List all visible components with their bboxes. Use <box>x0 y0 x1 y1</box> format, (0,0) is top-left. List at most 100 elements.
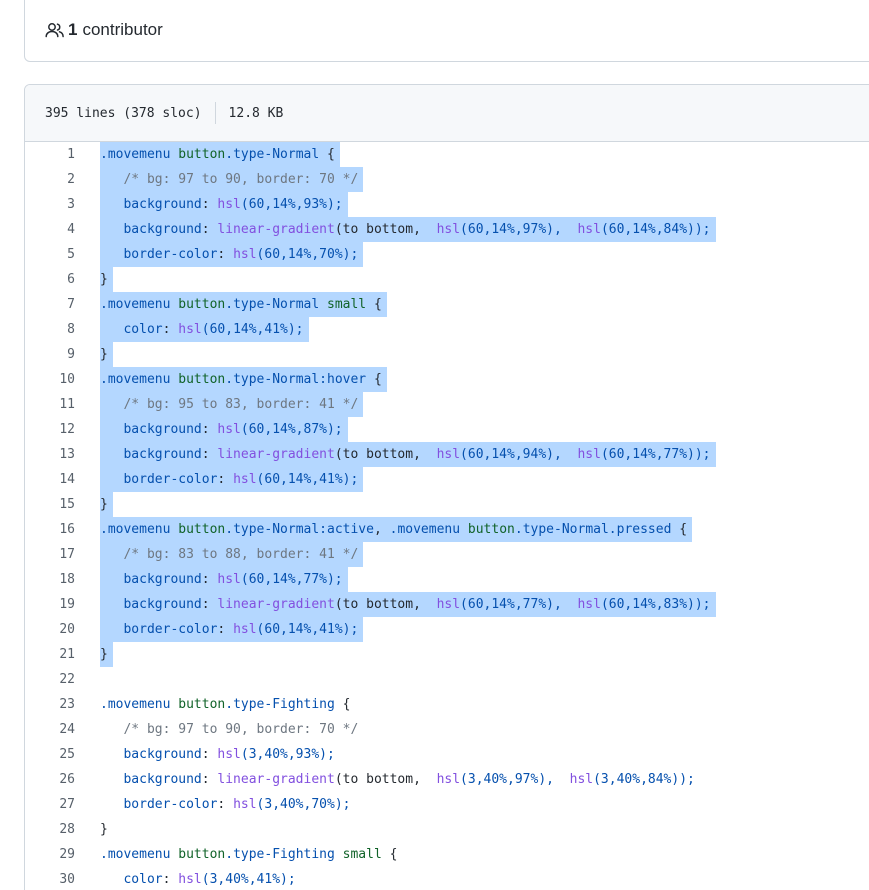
code-token: (60,14%,84%)); <box>600 222 711 237</box>
code-token: { <box>671 522 688 537</box>
code-line[interactable]: 8 color: hsl(60,14%,41%); <box>25 317 869 342</box>
line-number[interactable]: 14 <box>25 472 75 487</box>
code-line[interactable]: 17 /* bg: 83 to 88, border: 41 */ <box>25 542 869 567</box>
code-text: } <box>100 642 113 667</box>
code-token: (60,14%,94%), <box>460 447 578 462</box>
code-token: hsl <box>577 222 601 237</box>
line-number[interactable]: 18 <box>25 572 75 587</box>
line-number[interactable]: 19 <box>25 597 75 612</box>
line-number[interactable]: 8 <box>25 322 75 337</box>
line-number[interactable]: 4 <box>25 222 75 237</box>
line-number[interactable]: 10 <box>25 372 75 387</box>
line-number[interactable]: 20 <box>25 622 75 637</box>
line-number[interactable]: 16 <box>25 522 75 537</box>
code-line[interactable]: 20 border-color: hsl(60,14%,41%); <box>25 617 869 642</box>
line-number[interactable]: 21 <box>25 647 75 662</box>
line-number[interactable]: 26 <box>25 772 75 787</box>
line-number[interactable]: 11 <box>25 397 75 412</box>
code-line[interactable]: 6} <box>25 267 869 292</box>
line-number[interactable]: 17 <box>25 547 75 562</box>
code-line[interactable]: 25 background: hsl(3,40%,93%); <box>25 742 869 767</box>
contributors-link[interactable]: 1 contributor <box>45 20 163 40</box>
code-token: hsl <box>217 197 241 212</box>
header-divider <box>214 102 216 124</box>
code-line[interactable]: 13 background: linear-gradient(to bottom… <box>25 442 869 467</box>
code-token: (3,40%,41%); <box>201 872 296 887</box>
line-number[interactable]: 9 <box>25 347 75 362</box>
code-line[interactable]: 19 background: linear-gradient(to bottom… <box>25 592 869 617</box>
code-line[interactable]: 21} <box>25 642 869 667</box>
code-line[interactable]: 15} <box>25 492 869 517</box>
code-line[interactable]: 4 background: linear-gradient(to bottom,… <box>25 217 869 242</box>
code-token: hsl <box>436 772 461 787</box>
line-number[interactable]: 29 <box>25 847 75 862</box>
code-line[interactable]: 24 /* bg: 97 to 90, border: 70 */ <box>25 717 869 742</box>
code-token: border-color <box>100 472 218 487</box>
code-text: .movemenu button.type-Fighting { <box>100 692 355 717</box>
code-token: background <box>100 422 202 437</box>
code-line[interactable]: 1 .movemenu button.type-Normal { <box>25 142 869 167</box>
code-line[interactable]: 5 border-color: hsl(60,14%,70%); <box>25 242 869 267</box>
code-line[interactable]: 16 .movemenu button.type-Normal:active, .… <box>25 517 869 542</box>
code-listing[interactable]: 1 .movemenu button.type-Normal {2 /* bg: … <box>25 142 869 890</box>
code-line[interactable]: 3 background: hsl(60,14%,93%); <box>25 192 869 217</box>
line-number[interactable]: 24 <box>25 722 75 737</box>
code-token: button <box>178 697 226 712</box>
line-number[interactable]: 1 <box>25 147 75 162</box>
code-token: : <box>201 447 218 462</box>
code-token: (60,14%,77%)); <box>600 447 711 462</box>
file-size: 12.8 KB <box>228 105 284 121</box>
code-token: (60,14%,97%), <box>460 222 578 237</box>
line-number[interactable]: 23 <box>25 697 75 712</box>
code-token: .movemenu <box>389 522 468 537</box>
code-text: } <box>100 267 113 292</box>
code-text: color: hsl(60,14%,41%); <box>100 317 309 342</box>
code-token: hsl <box>217 572 241 587</box>
code-token: : <box>201 747 218 762</box>
line-number[interactable]: 15 <box>25 497 75 512</box>
code-token: .movemenu <box>100 372 179 387</box>
code-line[interactable]: 29 .movemenu button.type-Fighting small { <box>25 842 869 867</box>
code-token: .type-Normal <box>225 147 320 162</box>
line-number[interactable]: 3 <box>25 197 75 212</box>
code-line[interactable]: 27 border-color: hsl(3,40%,70%); <box>25 792 869 817</box>
line-number[interactable]: 2 <box>25 172 75 187</box>
code-token: background <box>100 572 202 587</box>
code-token: /* bg: 83 to 88, border: 41 */ <box>100 547 359 562</box>
code-text: background: linear-gradient(to bottom, h… <box>100 592 716 617</box>
line-number[interactable]: 27 <box>25 797 75 812</box>
code-line[interactable]: 23 .movemenu button.type-Fighting { <box>25 692 869 717</box>
code-text: background: hsl(60,14%,93%); <box>100 192 348 217</box>
code-line[interactable]: 9} <box>25 342 869 367</box>
code-line[interactable]: 22 <box>25 667 869 692</box>
code-line[interactable]: 30 color: hsl(3,40%,41%); <box>25 867 869 890</box>
code-line[interactable]: 14 border-color: hsl(60,14%,41%); <box>25 467 869 492</box>
line-number[interactable]: 5 <box>25 247 75 262</box>
code-token: : <box>217 797 234 812</box>
line-number[interactable]: 12 <box>25 422 75 437</box>
line-number[interactable]: 7 <box>25 297 75 312</box>
code-line[interactable]: 11 /* bg: 95 to 83, border: 41 */ <box>25 392 869 417</box>
code-line[interactable]: 26 background: linear-gradient(to bottom… <box>25 767 869 792</box>
line-number[interactable]: 25 <box>25 747 75 762</box>
code-token: (60,14%,87%); <box>240 422 343 437</box>
line-number[interactable]: 28 <box>25 822 75 837</box>
code-line[interactable]: 18 background: hsl(60,14%,77%); <box>25 567 869 592</box>
code-token: .movemenu <box>100 847 179 862</box>
code-text: border-color: hsl(60,14%,70%); <box>100 242 364 267</box>
line-number[interactable]: 22 <box>25 672 75 687</box>
line-number[interactable]: 6 <box>25 272 75 287</box>
line-number[interactable]: 30 <box>25 872 75 887</box>
code-token: { <box>366 297 382 312</box>
code-line[interactable]: 12 background: hsl(60,14%,87%); <box>25 417 869 442</box>
code-line[interactable]: 28} <box>25 817 869 842</box>
code-token: background <box>100 222 202 237</box>
code-line[interactable]: 7 .movemenu button.type-Normal small { <box>25 292 869 317</box>
line-number[interactable]: 13 <box>25 447 75 462</box>
code-line[interactable]: 2 /* bg: 97 to 90, border: 70 */ <box>25 167 869 192</box>
code-token: hsl <box>577 447 601 462</box>
code-token: : <box>201 597 218 612</box>
code-line[interactable]: 10 .movemenu button.type-Normal:hover { <box>25 367 869 392</box>
code-text: border-color: hsl(3,40%,70%); <box>100 792 355 817</box>
